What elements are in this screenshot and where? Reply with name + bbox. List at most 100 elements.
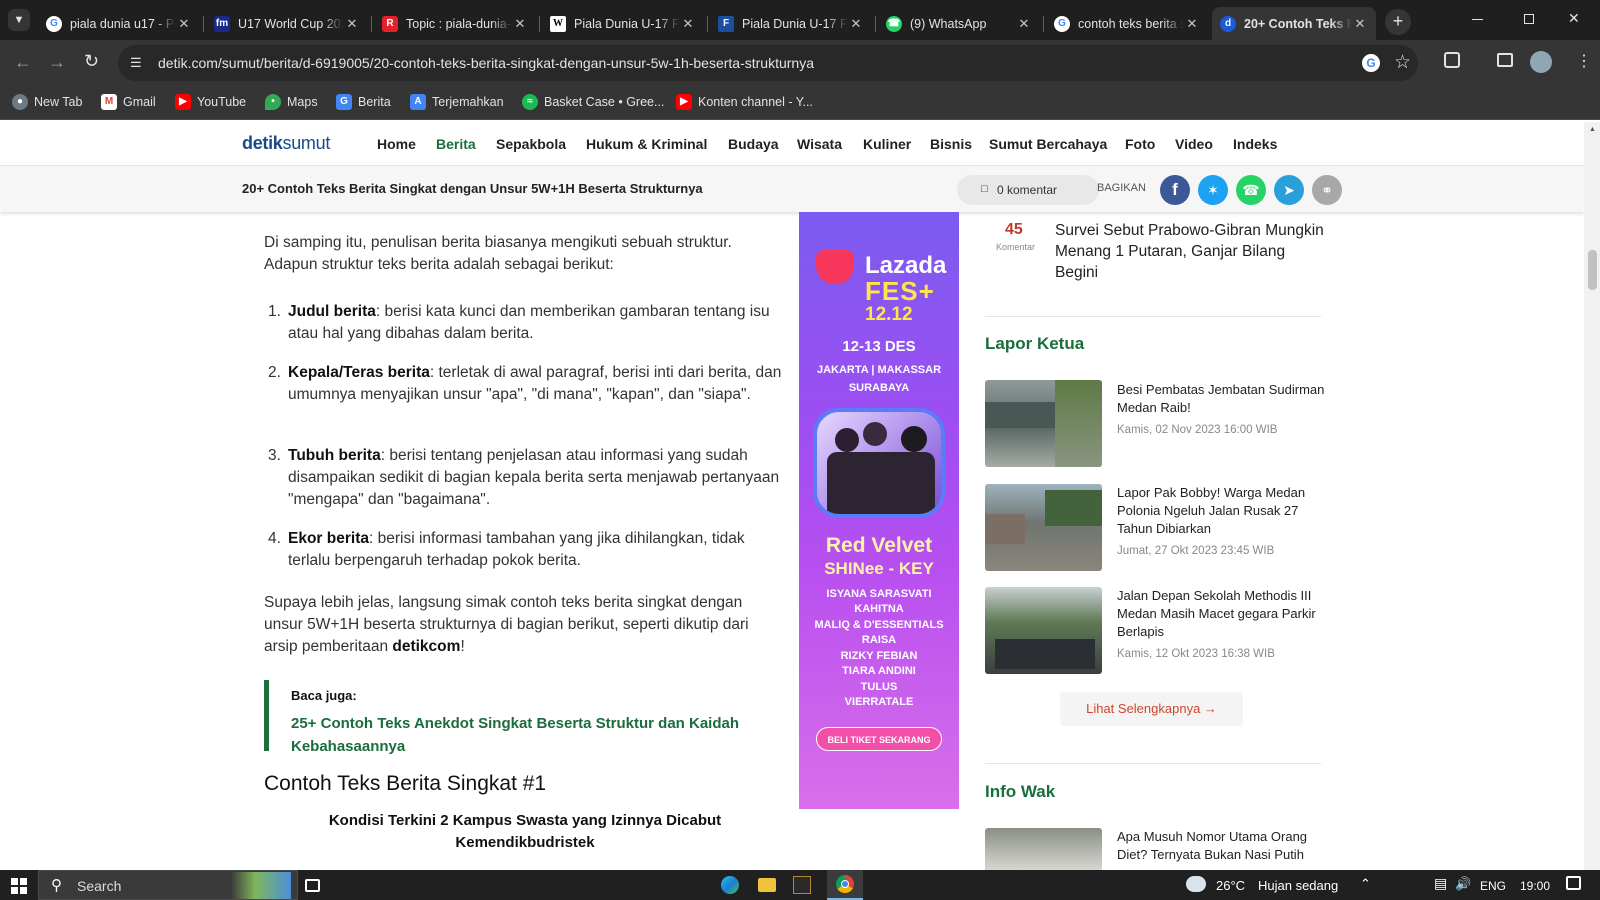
windows-start-icon[interactable] bbox=[11, 878, 27, 894]
browser-tab[interactable]: G contoh teks berita singkat ✕ bbox=[1046, 7, 1208, 40]
read-also-box: Baca juga: 25+ Contoh Teks Anekdot Singk… bbox=[264, 680, 784, 755]
lapor-ketua-title: Lapor Ketua bbox=[985, 334, 1085, 353]
nav-indeks[interactable]: Indeks bbox=[1233, 136, 1277, 152]
nav-foto[interactable]: Foto bbox=[1125, 136, 1155, 152]
info-thumbnail[interactable] bbox=[985, 828, 1102, 870]
reload-icon[interactable]: ↻ bbox=[84, 51, 99, 72]
forward-icon[interactable]: → bbox=[48, 52, 66, 73]
nav-sepakbola[interactable]: Sepakbola bbox=[496, 136, 566, 152]
close-tab-icon[interactable]: ✕ bbox=[680, 16, 696, 32]
nav-kuliner[interactable]: Kuliner bbox=[863, 136, 911, 152]
detikcom-source: detikcom bbox=[392, 638, 461, 655]
lapor-thumbnail[interactable] bbox=[985, 380, 1102, 467]
browser-tab[interactable]: fm U17 World Cup 2023 ✕ bbox=[206, 7, 368, 40]
app-icon[interactable] bbox=[793, 876, 811, 894]
taskbar-search-box[interactable]: ⚲ Search bbox=[38, 870, 298, 900]
close-tab-icon[interactable]: ✕ bbox=[512, 16, 528, 32]
tab-search-button[interactable]: ▼ bbox=[8, 9, 30, 31]
lapor-thumbnail[interactable] bbox=[985, 587, 1102, 674]
profile-avatar[interactable] bbox=[1530, 51, 1552, 73]
browser-tab[interactable]: W Piala Dunia U-17 FIFA ✕ bbox=[542, 7, 704, 40]
bookmark-youtube-channel[interactable]: ▶ Konten channel - Y... bbox=[676, 94, 813, 110]
detik-sumut-logo[interactable]: detiksumut bbox=[242, 133, 330, 154]
lazada-ad-banner[interactable]: Lazada FES+ 12.12 12-13 DES JAKARTA | MA… bbox=[799, 212, 959, 809]
language-indicator[interactable]: ENG bbox=[1480, 879, 1506, 893]
see-more-button[interactable]: Lihat Selengkapnya → bbox=[1060, 692, 1243, 726]
site-info-icon[interactable]: ☰ bbox=[130, 55, 142, 71]
browser-tab[interactable]: ☎ (9) WhatsApp ✕ bbox=[878, 7, 1040, 40]
structure-list-item: 1. Judul berita: berisi kata kunci dan m… bbox=[268, 303, 770, 342]
bookmark-berita[interactable]: G Berita bbox=[336, 94, 391, 110]
lapor-article-link[interactable]: Lapor Pak Bobby! Warga Medan Polonia Nge… bbox=[1117, 484, 1327, 538]
buy-ticket-button[interactable]: BELI TIKET SEKARANG bbox=[816, 727, 942, 751]
bookmark-maps[interactable]: • Maps bbox=[265, 94, 318, 110]
bookmark-new-tab[interactable]: ● New Tab bbox=[12, 94, 82, 110]
nav-hukum-kriminal[interactable]: Hukum & Kriminal bbox=[586, 136, 707, 152]
youtube-icon: ▶ bbox=[175, 94, 191, 110]
chrome-icon[interactable] bbox=[827, 870, 863, 900]
nav-video[interactable]: Video bbox=[1175, 136, 1213, 152]
popular-article-link[interactable]: Survei Sebut Prabowo-Gibran Mungkin Mena… bbox=[1055, 220, 1325, 283]
nav-budaya[interactable]: Budaya bbox=[728, 136, 779, 152]
google-lens-icon[interactable]: G bbox=[1362, 54, 1380, 72]
browser-tab[interactable]: R Topic : piala-dunia-u17 ✕ bbox=[374, 7, 536, 40]
restore-icon[interactable] bbox=[1524, 14, 1534, 24]
lapor-article-link[interactable]: Besi Pembatas Jembatan Sudirman Medan Ra… bbox=[1117, 381, 1327, 417]
f-icon: F bbox=[718, 15, 734, 32]
info-article-link[interactable]: Apa Musuh Nomor Utama Orang Diet? Ternya… bbox=[1117, 828, 1327, 870]
clock[interactable]: 19:00 bbox=[1520, 879, 1550, 893]
url-text[interactable]: detik.com/sumut/berita/d-6919005/20-cont… bbox=[158, 55, 814, 71]
close-window-icon[interactable]: ✕ bbox=[1568, 10, 1580, 27]
telegram-share-icon[interactable]: ➤ bbox=[1274, 175, 1304, 205]
google-icon: G bbox=[46, 15, 62, 32]
extensions-icon[interactable] bbox=[1444, 52, 1460, 68]
sidepanel-icon[interactable] bbox=[1497, 53, 1513, 67]
nav-wisata[interactable]: Wisata bbox=[797, 136, 842, 152]
weather-description[interactable]: Hujan sedang bbox=[1258, 878, 1338, 893]
browser-tab-active[interactable]: d 20+ Contoh Teks Berita ✕ bbox=[1212, 7, 1376, 40]
nav-berita[interactable]: Berita bbox=[436, 136, 476, 152]
tray-network-icon[interactable]: ▤ bbox=[1434, 875, 1447, 892]
tray-volume-icon[interactable]: 🔊 bbox=[1455, 876, 1471, 892]
bookmark-gmail[interactable]: M Gmail bbox=[101, 94, 156, 110]
close-tab-icon[interactable]: ✕ bbox=[1184, 16, 1200, 32]
facebook-share-icon[interactable]: f bbox=[1160, 175, 1190, 205]
tray-chevron-icon[interactable]: ⌃ bbox=[1360, 876, 1371, 892]
nav-home[interactable]: Home bbox=[377, 136, 416, 152]
bookmark-translate[interactable]: A Terjemahkan bbox=[410, 94, 504, 110]
browser-toolbar: ← → ↻ ☰ detik.com/sumut/berita/d-6919005… bbox=[0, 40, 1600, 86]
weather-icon[interactable] bbox=[1186, 876, 1206, 892]
close-tab-icon[interactable]: ✕ bbox=[344, 16, 360, 32]
whatsapp-share-icon[interactable]: ☎ bbox=[1236, 175, 1266, 205]
read-also-link[interactable]: 25+ Contoh Teks Anekdot Singkat Beserta … bbox=[291, 712, 784, 758]
artists-photo bbox=[813, 408, 945, 518]
browser-tab[interactable]: G piala dunia u17 - Penelusuran Google ✕ bbox=[38, 7, 200, 40]
nav-bisnis[interactable]: Bisnis bbox=[930, 136, 972, 152]
close-tab-icon[interactable]: ✕ bbox=[848, 16, 864, 32]
bookmark-star-icon[interactable]: ☆ bbox=[1394, 51, 1411, 74]
address-bar[interactable]: ☰ detik.com/sumut/berita/d-6919005/20-co… bbox=[118, 45, 1418, 81]
comment-count-button[interactable]: □ 0 komentar bbox=[957, 175, 1099, 205]
lapor-article-link[interactable]: Jalan Depan Sekolah Methodis III Medan M… bbox=[1117, 587, 1327, 641]
lapor-thumbnail[interactable] bbox=[985, 484, 1102, 571]
task-view-icon[interactable] bbox=[305, 879, 320, 892]
notification-icon[interactable] bbox=[1566, 876, 1581, 890]
close-tab-icon[interactable]: ✕ bbox=[1016, 16, 1032, 32]
weather-temperature[interactable]: 26°C bbox=[1216, 878, 1245, 893]
scrollbar-thumb[interactable] bbox=[1588, 250, 1597, 290]
nav-sumut-bercahaya[interactable]: Sumut Bercahaya bbox=[989, 136, 1107, 152]
bookmark-youtube[interactable]: ▶ YouTube bbox=[175, 94, 246, 110]
copy-link-icon[interactable]: ⚭ bbox=[1312, 175, 1342, 205]
close-tab-icon[interactable]: ✕ bbox=[1352, 16, 1368, 32]
twitter-share-icon[interactable]: ✶ bbox=[1198, 175, 1228, 205]
bookmark-spotify[interactable]: ≈ Basket Case • Gree... bbox=[522, 94, 664, 110]
menu-icon[interactable]: ⋮ bbox=[1576, 51, 1592, 71]
page-scrollbar[interactable]: ▲ bbox=[1584, 122, 1600, 870]
new-tab-button[interactable]: + bbox=[1385, 9, 1411, 35]
close-tab-icon[interactable]: ✕ bbox=[176, 16, 192, 32]
edge-icon[interactable] bbox=[721, 876, 739, 894]
back-icon[interactable]: ← bbox=[14, 52, 32, 73]
minimize-icon[interactable] bbox=[1472, 19, 1483, 20]
browser-tab[interactable]: F Piala Dunia U-17 FIFA ✕ bbox=[710, 7, 872, 40]
file-explorer-icon[interactable] bbox=[758, 878, 776, 892]
